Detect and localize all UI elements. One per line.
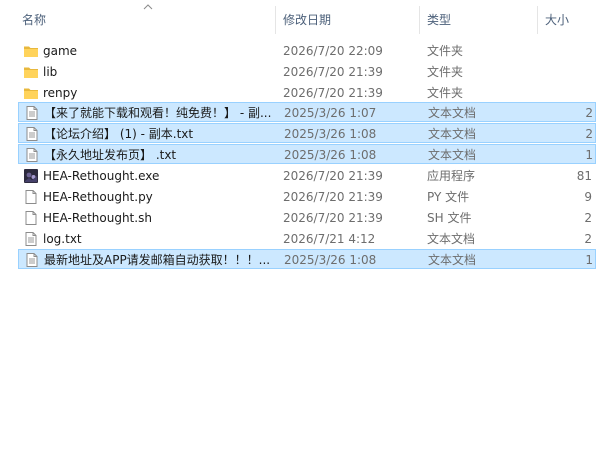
file-type: 文本文档 xyxy=(428,127,477,141)
folder-icon xyxy=(23,64,39,80)
file-modified-date: 2025/3/26 1:08 xyxy=(284,148,377,162)
file-row[interactable]: log.txt 2026/7/21 4:12 文本文档 2 xyxy=(18,229,596,249)
column-header-type[interactable]: 类型 xyxy=(427,11,451,28)
file-row[interactable]: HEA-Rethought.sh 2026/7/20 21:39 SH 文件 2 xyxy=(18,208,596,228)
file-row[interactable]: HEA-Rethought.py 2026/7/20 21:39 PY 文件 9 xyxy=(18,187,596,207)
file-modified-date: 2026/7/20 21:39 xyxy=(283,190,383,204)
column-header-bar: 名称 修改日期 类型 大小 xyxy=(0,0,599,38)
file-modified-date: 2026/7/20 21:39 xyxy=(283,211,383,225)
file-size xyxy=(538,62,594,82)
file-size xyxy=(538,41,594,61)
file-name: 【永久地址发布页】 .txt xyxy=(44,148,177,162)
text-file-icon xyxy=(24,105,40,121)
file-name: HEA-Rethought.exe xyxy=(43,169,160,183)
file-size: 2 xyxy=(585,127,593,141)
blank-file-icon xyxy=(23,210,39,226)
column-header-name[interactable]: 名称 xyxy=(22,11,46,28)
file-type: 文件夹 xyxy=(427,65,464,79)
file-row[interactable]: 【永久地址发布页】 .txt 2025/3/26 1:08 文本文档 1 xyxy=(18,144,596,164)
file-name: HEA-Rethought.sh xyxy=(43,211,152,225)
file-size: 2 xyxy=(584,232,592,246)
file-modified-date: 2026/7/20 22:09 xyxy=(283,44,383,58)
file-type: 文本文档 xyxy=(428,106,477,120)
file-modified-date: 2026/7/20 21:39 xyxy=(283,169,383,183)
file-modified-date: 2026/7/20 21:39 xyxy=(283,65,383,79)
file-modified-date: 2026/7/21 4:12 xyxy=(283,232,376,246)
file-row[interactable]: renpy 2026/7/20 21:39 文件夹 xyxy=(18,83,596,103)
file-type: 文本文档 xyxy=(428,253,477,267)
text-file-icon xyxy=(24,147,40,163)
column-divider[interactable] xyxy=(275,6,276,34)
file-type: 应用程序 xyxy=(427,169,476,183)
file-name: lib xyxy=(43,65,58,79)
file-name: renpy xyxy=(43,86,78,100)
file-size: 1 xyxy=(585,253,593,267)
file-size: 1 xyxy=(585,148,593,162)
folder-icon xyxy=(23,85,39,101)
file-name: 【来了就能下载和观看！纯免费！】 - 副... xyxy=(44,106,272,120)
exe-app-icon xyxy=(23,168,39,184)
folder-icon xyxy=(23,43,39,59)
file-row[interactable]: HEA-Rethought.exe 2026/7/20 21:39 应用程序 81 xyxy=(18,166,596,186)
file-type: 文件夹 xyxy=(427,44,464,58)
file-modified-date: 2025/3/26 1:08 xyxy=(284,253,377,267)
file-type: 文件夹 xyxy=(427,86,464,100)
file-name: 最新地址及APP请发邮箱自动获取！！！... xyxy=(44,253,271,267)
file-size: 2 xyxy=(584,211,592,225)
file-modified-date: 2026/7/20 21:39 xyxy=(283,86,383,100)
file-row[interactable]: 最新地址及APP请发邮箱自动获取！！！... 2025/3/26 1:08 文本文档… xyxy=(18,249,596,269)
file-row[interactable]: 【来了就能下载和观看！纯免费！】 - 副... 2025/3/26 1:07 文本文… xyxy=(18,102,596,122)
text-file-icon xyxy=(24,126,40,142)
text-file-icon xyxy=(23,231,39,247)
blank-file-icon xyxy=(23,189,39,205)
column-header-date[interactable]: 修改日期 xyxy=(283,11,331,28)
file-row[interactable]: game 2026/7/20 22:09 文件夹 xyxy=(18,41,596,61)
file-type: 文本文档 xyxy=(427,232,476,246)
file-size: 81 xyxy=(576,169,592,183)
file-type: 文本文档 xyxy=(428,148,477,162)
file-row[interactable]: 【论坛介绍】 (1) - 副本.txt 2025/3/26 1:08 文本文档 2 xyxy=(18,123,596,143)
file-type: SH 文件 xyxy=(427,211,472,225)
file-name: log.txt xyxy=(43,232,82,246)
column-divider[interactable] xyxy=(419,6,420,34)
file-name: game xyxy=(43,44,78,58)
file-type: PY 文件 xyxy=(427,190,470,204)
column-divider[interactable] xyxy=(537,6,538,34)
file-size xyxy=(538,83,594,103)
file-size: 9 xyxy=(584,190,592,204)
text-file-icon xyxy=(24,252,40,268)
file-modified-date: 2025/3/26 1:07 xyxy=(284,106,377,120)
file-modified-date: 2025/3/26 1:08 xyxy=(284,127,377,141)
file-size: 2 xyxy=(585,106,593,120)
sort-ascending-icon xyxy=(143,4,153,10)
file-row[interactable]: lib 2026/7/20 21:39 文件夹 xyxy=(18,62,596,82)
column-header-size[interactable]: 大小 xyxy=(545,11,569,28)
file-name: HEA-Rethought.py xyxy=(43,190,153,204)
file-name: 【论坛介绍】 (1) - 副本.txt xyxy=(44,127,194,141)
